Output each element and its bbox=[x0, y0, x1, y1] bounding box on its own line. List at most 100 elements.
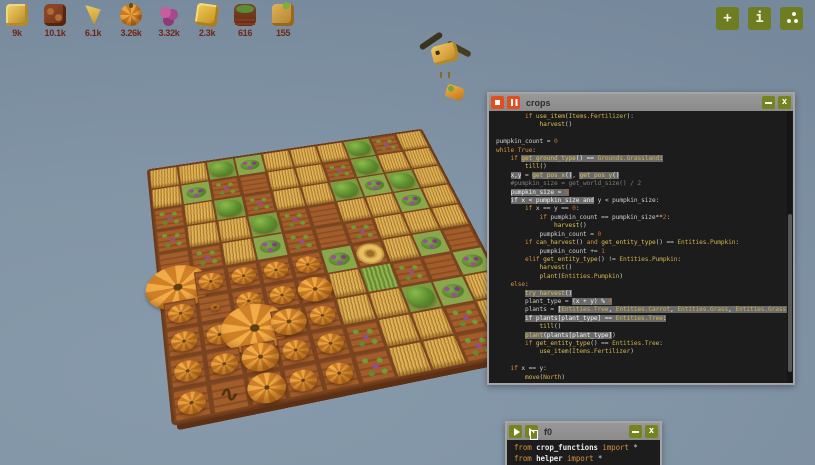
pumpkin bbox=[170, 329, 198, 353]
farm-tile-wheat bbox=[267, 168, 299, 190]
code-line: pumpkin_count = 0 bbox=[496, 138, 785, 146]
farm-tile-pumpkin-small bbox=[226, 262, 261, 290]
step-button[interactable] bbox=[525, 425, 538, 438]
carrot-count: 6.1k bbox=[85, 28, 101, 38]
farm-tile-wheat bbox=[273, 187, 306, 210]
minimize-button[interactable] bbox=[629, 425, 642, 438]
pumpkin bbox=[262, 260, 290, 280]
sunflower-bloom bbox=[356, 243, 385, 264]
code-line: harvest() bbox=[496, 264, 785, 272]
resource-hay[interactable]: 9k bbox=[4, 4, 30, 38]
info-button[interactable]: i bbox=[748, 7, 771, 30]
farm-tile-wheat bbox=[301, 183, 334, 206]
code-line: till() bbox=[496, 323, 785, 331]
farm-tile-pumpkin-large bbox=[161, 273, 195, 302]
drone bbox=[418, 30, 474, 80]
carrot-icon bbox=[82, 4, 104, 26]
berry-bush-blob bbox=[239, 159, 260, 172]
farm-tile-tree bbox=[248, 212, 281, 237]
farm-tile-pumpkin-small bbox=[194, 267, 229, 296]
tree-canopy bbox=[353, 157, 380, 174]
resource-gold[interactable]: 2.3k bbox=[194, 4, 220, 38]
berry-bush-blob bbox=[258, 239, 282, 255]
farm-tile-pumpkin-small bbox=[311, 327, 351, 360]
berry-bush-blob bbox=[400, 193, 424, 207]
farm-tile-wheat bbox=[296, 164, 328, 186]
pumpkin bbox=[210, 303, 220, 311]
berry-bush-blob bbox=[459, 253, 486, 269]
pause-button[interactable] bbox=[507, 96, 520, 109]
add-window-button[interactable]: + bbox=[716, 7, 739, 30]
stop-button[interactable] bbox=[491, 96, 504, 109]
code-line: else: bbox=[496, 281, 785, 289]
code-line: while True: bbox=[496, 147, 785, 155]
tree-canopy bbox=[209, 160, 234, 177]
farm-tile-pumpkin-small bbox=[258, 256, 294, 284]
tree-canopy bbox=[404, 284, 438, 308]
farm-tile-carrot-patch bbox=[244, 192, 276, 215]
resource-barrel[interactable]: 616 bbox=[232, 4, 258, 38]
code-line: #pumpkin_size = get_world_size() / 2 bbox=[496, 180, 785, 188]
hay-icon bbox=[6, 4, 28, 26]
scrollbar-thumb[interactable] bbox=[788, 214, 792, 372]
dots-icon bbox=[780, 7, 803, 30]
farm-tile-tilled-soil bbox=[314, 224, 349, 250]
run-button[interactable] bbox=[509, 425, 522, 438]
close-icon[interactable]: x bbox=[645, 425, 658, 438]
barrel-icon bbox=[234, 4, 256, 26]
farm-tile-pumpkin-medium bbox=[270, 306, 308, 338]
pumpkin bbox=[198, 271, 225, 292]
code-scrollbar[interactable] bbox=[787, 111, 792, 383]
farm-tile-tilled-soil bbox=[239, 173, 270, 195]
farm-tile-pumpkin-small bbox=[290, 251, 326, 278]
resource-wood[interactable]: 10.1k bbox=[42, 4, 68, 38]
farm-tile-wheat bbox=[329, 269, 367, 298]
power-icon bbox=[158, 4, 180, 26]
farm-tile-pumpkin-medium bbox=[247, 370, 288, 407]
code-line: try_harvest() bbox=[496, 290, 785, 298]
farm-tile-dead-plant: ∿ bbox=[210, 377, 250, 414]
farm-tile-wheat bbox=[218, 217, 251, 242]
farm-tile-pumpkin-small bbox=[283, 363, 324, 399]
resource-power[interactable]: 3.32k bbox=[156, 4, 182, 38]
tree-canopy bbox=[216, 198, 243, 217]
f0-code-editor[interactable]: from crop_functions import *from helper … bbox=[507, 440, 660, 465]
f0-window-title: f0 bbox=[544, 427, 626, 437]
barrel-count: 616 bbox=[238, 28, 252, 38]
crops-code-editor[interactable]: if use_item(Items.Fertilizer): harvest()… bbox=[489, 111, 793, 383]
code-line: use_item(Items.Fertilizer) bbox=[496, 348, 785, 356]
resource-bar: 9k 10.1k 6.1k 3.26k 3.32k 2.3k 616 155 bbox=[4, 4, 296, 38]
farm-tile-tree bbox=[330, 178, 363, 201]
f0-window-header[interactable]: f0 x bbox=[507, 423, 660, 440]
pumpkin bbox=[245, 369, 289, 406]
farm-tile-wheat bbox=[337, 198, 371, 222]
resource-seedling[interactable]: 155 bbox=[270, 4, 296, 38]
farm-tile-pumpkin-small bbox=[172, 384, 211, 422]
code-line: if use_item(Items.Fertilizer): bbox=[496, 113, 785, 121]
wood-icon bbox=[44, 4, 66, 26]
farm-tile-pumpkin-small bbox=[163, 298, 198, 329]
farm-tile-carrot-patch bbox=[323, 160, 355, 181]
pumpkin bbox=[167, 302, 195, 325]
resource-pumpkin[interactable]: 3.26k bbox=[118, 4, 144, 38]
pumpkin-icon bbox=[120, 4, 142, 26]
tree-canopy bbox=[346, 140, 373, 156]
pumpkin bbox=[308, 304, 338, 327]
pumpkin bbox=[268, 306, 310, 338]
farm-tile-pumpkin-medium bbox=[297, 275, 334, 304]
farm-tile-pumpkin-small bbox=[166, 325, 203, 358]
code-line: if x == y == 0: bbox=[496, 205, 785, 213]
layout-button[interactable] bbox=[780, 7, 803, 30]
code-line: pumpkin_count = 0 bbox=[496, 231, 785, 239]
resource-carrot[interactable]: 6.1k bbox=[80, 4, 106, 38]
farm-tile-pumpkin-small bbox=[303, 300, 342, 331]
farm-tile-pumpkin-medium bbox=[241, 340, 280, 374]
seedling-icon bbox=[272, 4, 294, 26]
pumpkin bbox=[230, 265, 257, 286]
minimize-button[interactable] bbox=[762, 96, 775, 109]
farm-tile-carrot-patch bbox=[284, 229, 319, 255]
tree-canopy bbox=[388, 171, 417, 189]
farm-tile-pumpkin-small bbox=[319, 356, 361, 392]
close-icon[interactable]: x bbox=[778, 96, 791, 109]
crops-window-header[interactable]: crops x bbox=[489, 94, 793, 111]
